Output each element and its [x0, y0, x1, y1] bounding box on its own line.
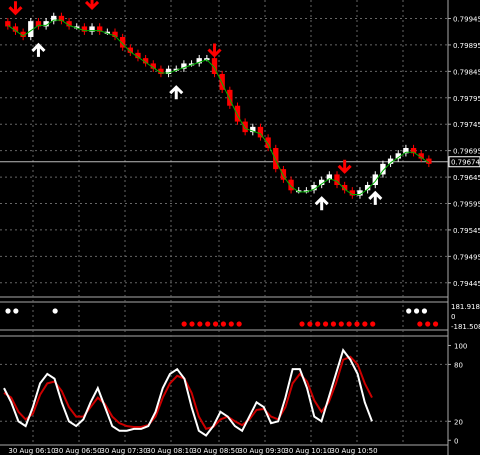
- red-dot: [228, 321, 234, 327]
- white-dot: [5, 308, 11, 314]
- candlestick-series: [5, 12, 432, 199]
- red-dot: [425, 321, 431, 327]
- price-tick-label: 0.79645: [453, 174, 480, 182]
- buy-arrow-icon: [314, 196, 329, 211]
- red-dot: [370, 321, 376, 327]
- candle-body: [265, 137, 271, 148]
- time-axis-label: 30 Aug 07:30: [100, 447, 147, 455]
- price-tick-label: 0.79895: [453, 42, 480, 50]
- white-dot: [413, 308, 420, 314]
- sell-arrow-icon: [8, 1, 23, 16]
- candle-body: [273, 148, 279, 170]
- price-tick-label: 0.79495: [453, 253, 480, 261]
- time-axis-label: 30 Aug 06:50: [54, 447, 101, 455]
- white-dot: [421, 308, 428, 314]
- moving-average-line: [7, 19, 430, 196]
- red-dot: [354, 321, 360, 327]
- red-dot: [432, 321, 439, 327]
- price-tick-label: 0.79795: [453, 95, 480, 103]
- stochastic-panel: [3, 348, 373, 437]
- stoch-axis-label: 20: [454, 418, 463, 426]
- time-axis-label: 30 Aug 06:10: [8, 447, 55, 455]
- signal-arrows: [8, 0, 383, 211]
- white-dot: [52, 308, 58, 314]
- time-axis-label: 30 Aug 10:10: [284, 447, 331, 455]
- red-dot: [220, 321, 227, 327]
- signal-dots-panel: [5, 308, 439, 327]
- stoch-main-line: [3, 348, 373, 437]
- stoch-axis-label: 100: [454, 342, 467, 350]
- white-dot: [406, 308, 412, 314]
- time-axis-label: 30 Aug 08:10: [146, 447, 193, 455]
- price-tick-label: 0.79445: [453, 280, 480, 288]
- price-tick-label: 0.79945: [453, 16, 480, 24]
- red-dot: [212, 321, 219, 327]
- time-axis-label: 30 Aug 10:50: [330, 447, 377, 455]
- red-dot: [315, 321, 321, 327]
- buy-arrow-icon: [31, 42, 46, 57]
- price-tick-label: 0.79745: [453, 121, 480, 129]
- red-dot: [189, 321, 195, 327]
- chart-canvas[interactable]: 0.79945 0.79895 0.79845 0.79795 0.79745 0.796…: [0, 0, 480, 455]
- price-tick-label: 0.79545: [453, 227, 480, 235]
- signal-axis-label: -181.508: [451, 323, 480, 331]
- red-dot: [362, 321, 368, 327]
- candle-body: [242, 121, 248, 133]
- red-dot: [338, 321, 344, 327]
- candle-body: [288, 179, 294, 191]
- time-axis-label: 30 Aug 09:30: [238, 447, 285, 455]
- price-tick-label: 0.79845: [453, 68, 480, 76]
- red-dot: [236, 321, 242, 327]
- stoch-axis-label: 0: [454, 437, 458, 445]
- red-dot: [181, 321, 187, 327]
- sell-arrow-icon: [84, 0, 100, 11]
- red-dot: [299, 321, 305, 327]
- signal-axis-label: 181.9186: [451, 303, 480, 311]
- grid-lines: [0, 0, 449, 455]
- price-tick-label: 0.79695: [453, 148, 480, 156]
- red-dot: [346, 321, 352, 327]
- red-dot: [197, 321, 203, 327]
- red-dot: [322, 321, 329, 327]
- red-dot: [307, 321, 313, 327]
- current-price-label: 0.79674: [451, 159, 480, 167]
- trading-chart-window: 0.79945 0.79895 0.79845 0.79795 0.79745 0.796…: [0, 0, 480, 455]
- red-dot: [205, 321, 211, 327]
- white-dot: [13, 308, 19, 314]
- signal-axis-label: 0: [451, 313, 455, 321]
- stoch-axis-label: 80: [454, 361, 463, 369]
- price-tick-label: 0.79595: [453, 201, 480, 209]
- time-axis-label: 30 Aug 08:50: [192, 447, 239, 455]
- red-dot: [417, 321, 423, 327]
- red-dot: [330, 321, 337, 327]
